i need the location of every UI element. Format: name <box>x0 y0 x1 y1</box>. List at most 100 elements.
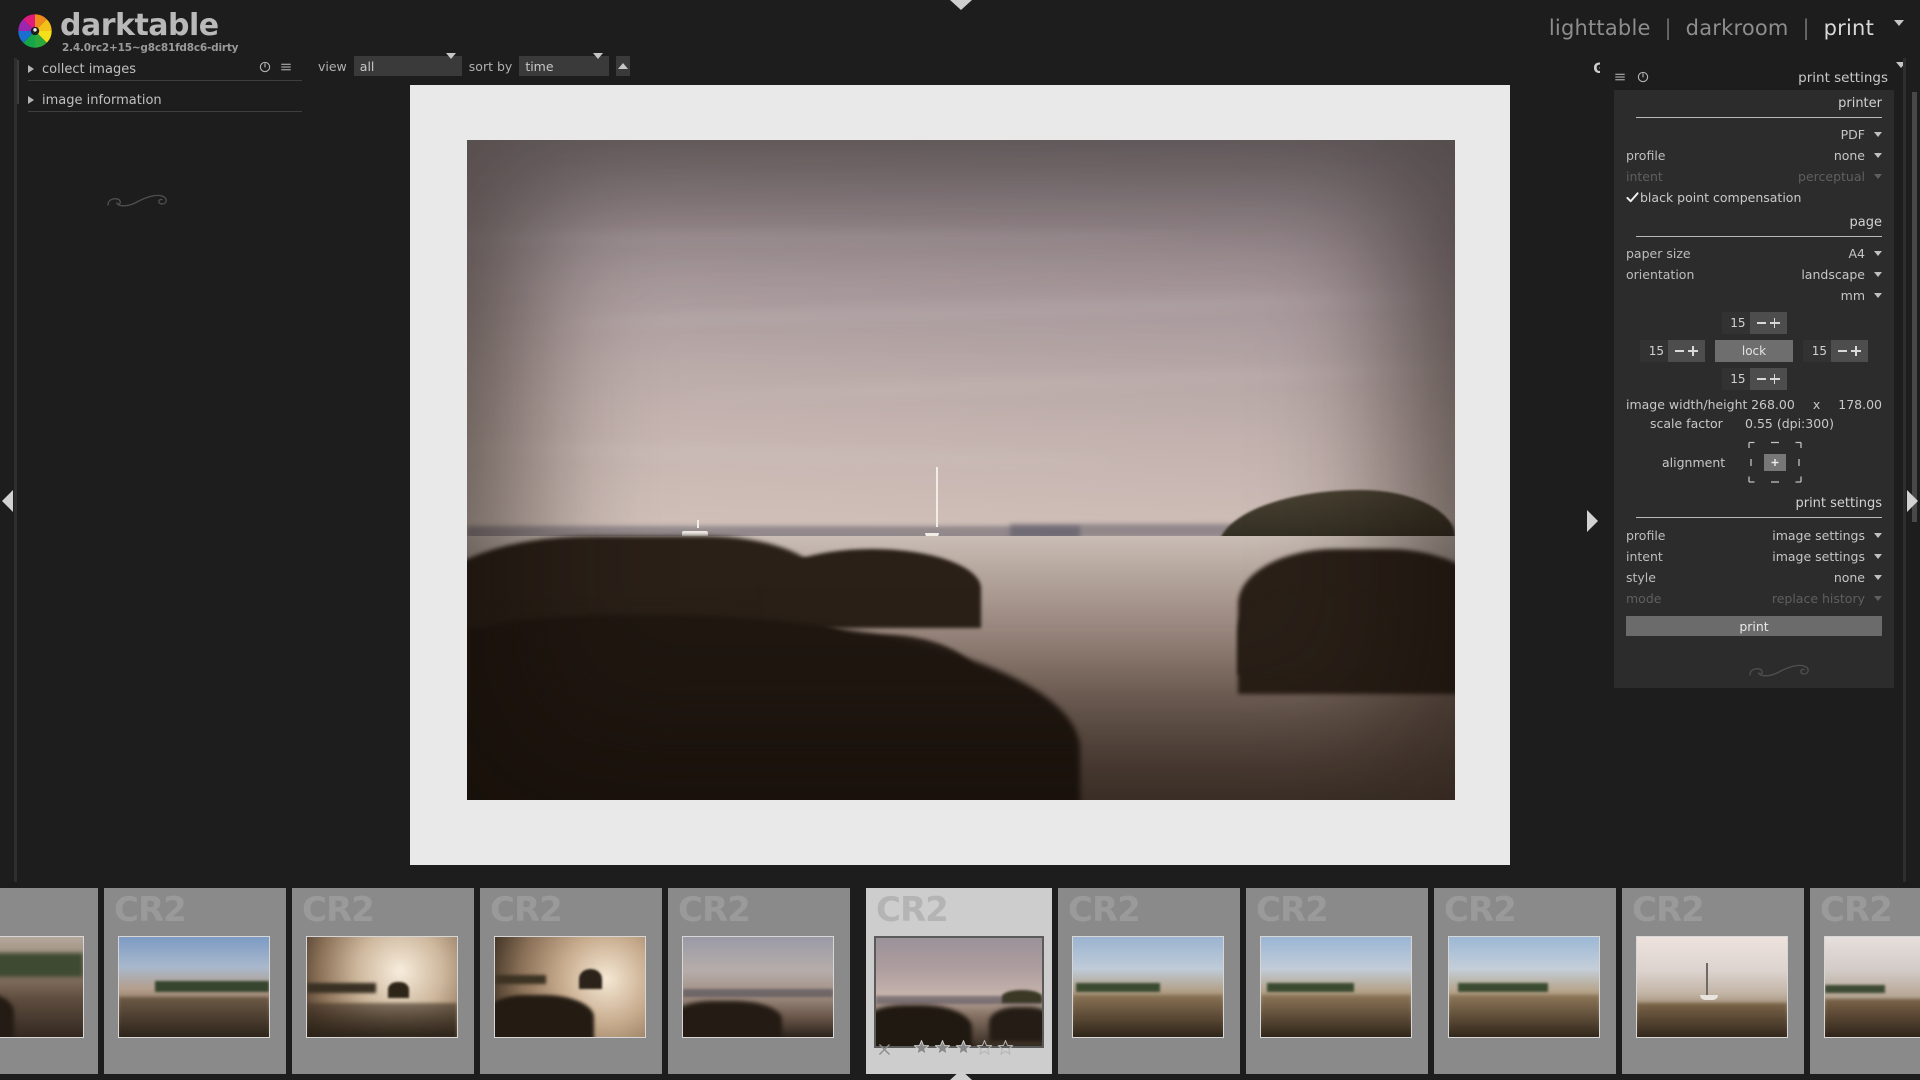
minus-icon[interactable] <box>1757 322 1766 324</box>
right-panel-edge <box>1903 58 1906 882</box>
star-2-filled[interactable] <box>934 1039 951 1056</box>
alignment-middle-left[interactable] <box>1742 454 1764 471</box>
alignment-top-right[interactable] <box>1786 437 1808 454</box>
view-lighttable[interactable]: lighttable <box>1549 16 1651 40</box>
filmstrip-thumb-2[interactable]: CR2 <box>292 888 474 1074</box>
alignment-top-left[interactable] <box>1742 437 1764 454</box>
filmstrip-thumb-0[interactable]: CR2 <box>0 888 98 1074</box>
left-panel-collapse-arrow[interactable] <box>2 490 13 512</box>
view-print[interactable]: print <box>1824 16 1874 40</box>
thumbnail-image <box>0 936 84 1038</box>
plus-icon[interactable] <box>1770 318 1780 328</box>
margin-top-stepper[interactable]: 15 <box>1722 312 1787 334</box>
view-switcher-chevron-down-icon[interactable] <box>1894 26 1904 45</box>
right-panel: print settings printer PDF profile none <box>1600 58 1920 882</box>
margin-right-stepper[interactable]: 15 <box>1803 340 1868 362</box>
darktable-logo-icon <box>16 12 54 50</box>
chevron-down-icon <box>446 59 456 74</box>
reset-icon[interactable] <box>259 61 271 77</box>
presets-icon[interactable] <box>1614 68 1626 87</box>
alignment-bottom-left[interactable] <box>1742 471 1764 488</box>
sort-direction-button[interactable] <box>616 56 630 76</box>
plus-icon[interactable] <box>1770 374 1780 384</box>
margin-middle-row: 15 lock 15 <box>1614 340 1894 362</box>
print-profile-row[interactable]: profile image settings <box>1626 525 1882 546</box>
paper-size-row[interactable]: paper size A4 <box>1626 243 1882 264</box>
print-button[interactable]: print <box>1626 616 1882 636</box>
left-panel: collect images <box>0 58 318 882</box>
minus-icon[interactable] <box>1757 378 1766 380</box>
margin-right-value: 15 <box>1803 340 1831 362</box>
module-image-information[interactable]: image information <box>16 89 306 112</box>
star-rating[interactable] <box>913 1039 1014 1056</box>
print-mode-row: mode replace history <box>1626 588 1882 609</box>
margin-top-value: 15 <box>1722 312 1750 334</box>
star-3-filled[interactable] <box>955 1039 972 1056</box>
filmstrip-thumb-8[interactable]: CR2 <box>1434 888 1616 1074</box>
orientation-row[interactable]: orientation landscape <box>1626 264 1882 285</box>
printer-select-row[interactable]: PDF <box>1626 124 1882 145</box>
filmstrip-thumb-7[interactable]: CR2 <box>1246 888 1428 1074</box>
margin-left-stepper[interactable]: 15 <box>1640 340 1705 362</box>
margin-lock-button[interactable]: lock <box>1715 340 1793 362</box>
app-name: darktable <box>60 11 238 41</box>
star-4-empty[interactable] <box>976 1039 993 1056</box>
print-style-row[interactable]: style none <box>1626 567 1882 588</box>
star-1-filled[interactable] <box>913 1039 930 1056</box>
file-format-badge: CR2 <box>114 890 186 930</box>
alignment-center[interactable] <box>1764 454 1786 471</box>
thumbnail-image <box>494 936 646 1038</box>
margin-bottom-stepper[interactable]: 15 <box>1722 368 1787 390</box>
sort-by-dropdown[interactable]: time <box>519 56 609 76</box>
app-logo-area: darktable 2.4.0rc2+15~g8c81fd8c6-dirty <box>16 12 238 54</box>
right-panel-scrollbar[interactable] <box>1912 92 1917 522</box>
view-filter-dropdown[interactable]: all <box>354 56 462 76</box>
reject-x-icon[interactable] <box>878 1041 891 1054</box>
printer-intent-value: perceptual <box>1798 169 1865 184</box>
print-image-preview[interactable] <box>467 140 1455 800</box>
print-style-value: none <box>1834 570 1865 585</box>
filmstrip-thumb-9[interactable]: CR2 <box>1622 888 1804 1074</box>
page-section-title: page <box>1850 215 1882 230</box>
filmstrip-thumb-1[interactable]: CR2 <box>104 888 286 1074</box>
filmstrip-thumb-4[interactable]: CR2 <box>668 888 850 1074</box>
print-intent-row[interactable]: intent image settings <box>1626 546 1882 567</box>
filmstrip-thumb-3[interactable]: CR2 <box>480 888 662 1074</box>
module-image-information-header[interactable]: image information <box>16 89 306 111</box>
alignment-row: alignment <box>1626 437 1882 488</box>
left-panel-modules: collect images <box>16 58 306 112</box>
scale-factor-row: scale factor 0.55 (dpi:300) <box>1626 414 1882 433</box>
reset-icon[interactable] <box>1637 68 1649 87</box>
chevron-down-icon <box>1874 575 1882 580</box>
right-panel-collapse-arrow[interactable] <box>1587 510 1598 532</box>
view-darkroom[interactable]: darkroom <box>1686 16 1789 40</box>
paper-sheet[interactable] <box>410 85 1510 865</box>
printer-profile-row[interactable]: profile none <box>1626 145 1882 166</box>
plus-icon[interactable] <box>1851 346 1861 356</box>
file-format-badge: CR2 <box>678 890 750 930</box>
print-settings-module-header[interactable]: print settings <box>1798 68 1906 87</box>
minus-icon[interactable] <box>1675 350 1684 352</box>
print-mode-value: replace history <box>1772 591 1865 606</box>
thumbnail-image <box>1260 936 1412 1038</box>
module-collect-images[interactable]: collect images <box>16 58 306 81</box>
black-point-compensation-row[interactable]: black point compensation <box>1626 187 1882 208</box>
presets-icon[interactable] <box>280 61 292 77</box>
filmstrip-thumb-6[interactable]: CR2 <box>1058 888 1240 1074</box>
alignment-bottom-center[interactable] <box>1764 471 1786 488</box>
printer-section-header: printer <box>1626 96 1882 120</box>
star-5-empty[interactable] <box>997 1039 1014 1056</box>
minus-icon[interactable] <box>1838 350 1847 352</box>
alignment-top-center[interactable] <box>1764 437 1786 454</box>
top-panel-collapse-arrow[interactable] <box>950 0 972 10</box>
units-row[interactable]: mm <box>1626 285 1882 306</box>
center-print-preview <box>318 78 1600 868</box>
file-format-badge: CR2 <box>1444 890 1516 930</box>
alignment-middle-right[interactable] <box>1786 454 1808 471</box>
alignment-bottom-right[interactable] <box>1786 471 1808 488</box>
filmstrip-thumb-10[interactable]: CR2 <box>1810 888 1920 1074</box>
chevron-down-icon <box>1874 153 1882 158</box>
module-collect-images-header[interactable]: collect images <box>16 58 306 80</box>
plus-icon[interactable] <box>1688 346 1698 356</box>
printer-profile-value: none <box>1834 148 1865 163</box>
